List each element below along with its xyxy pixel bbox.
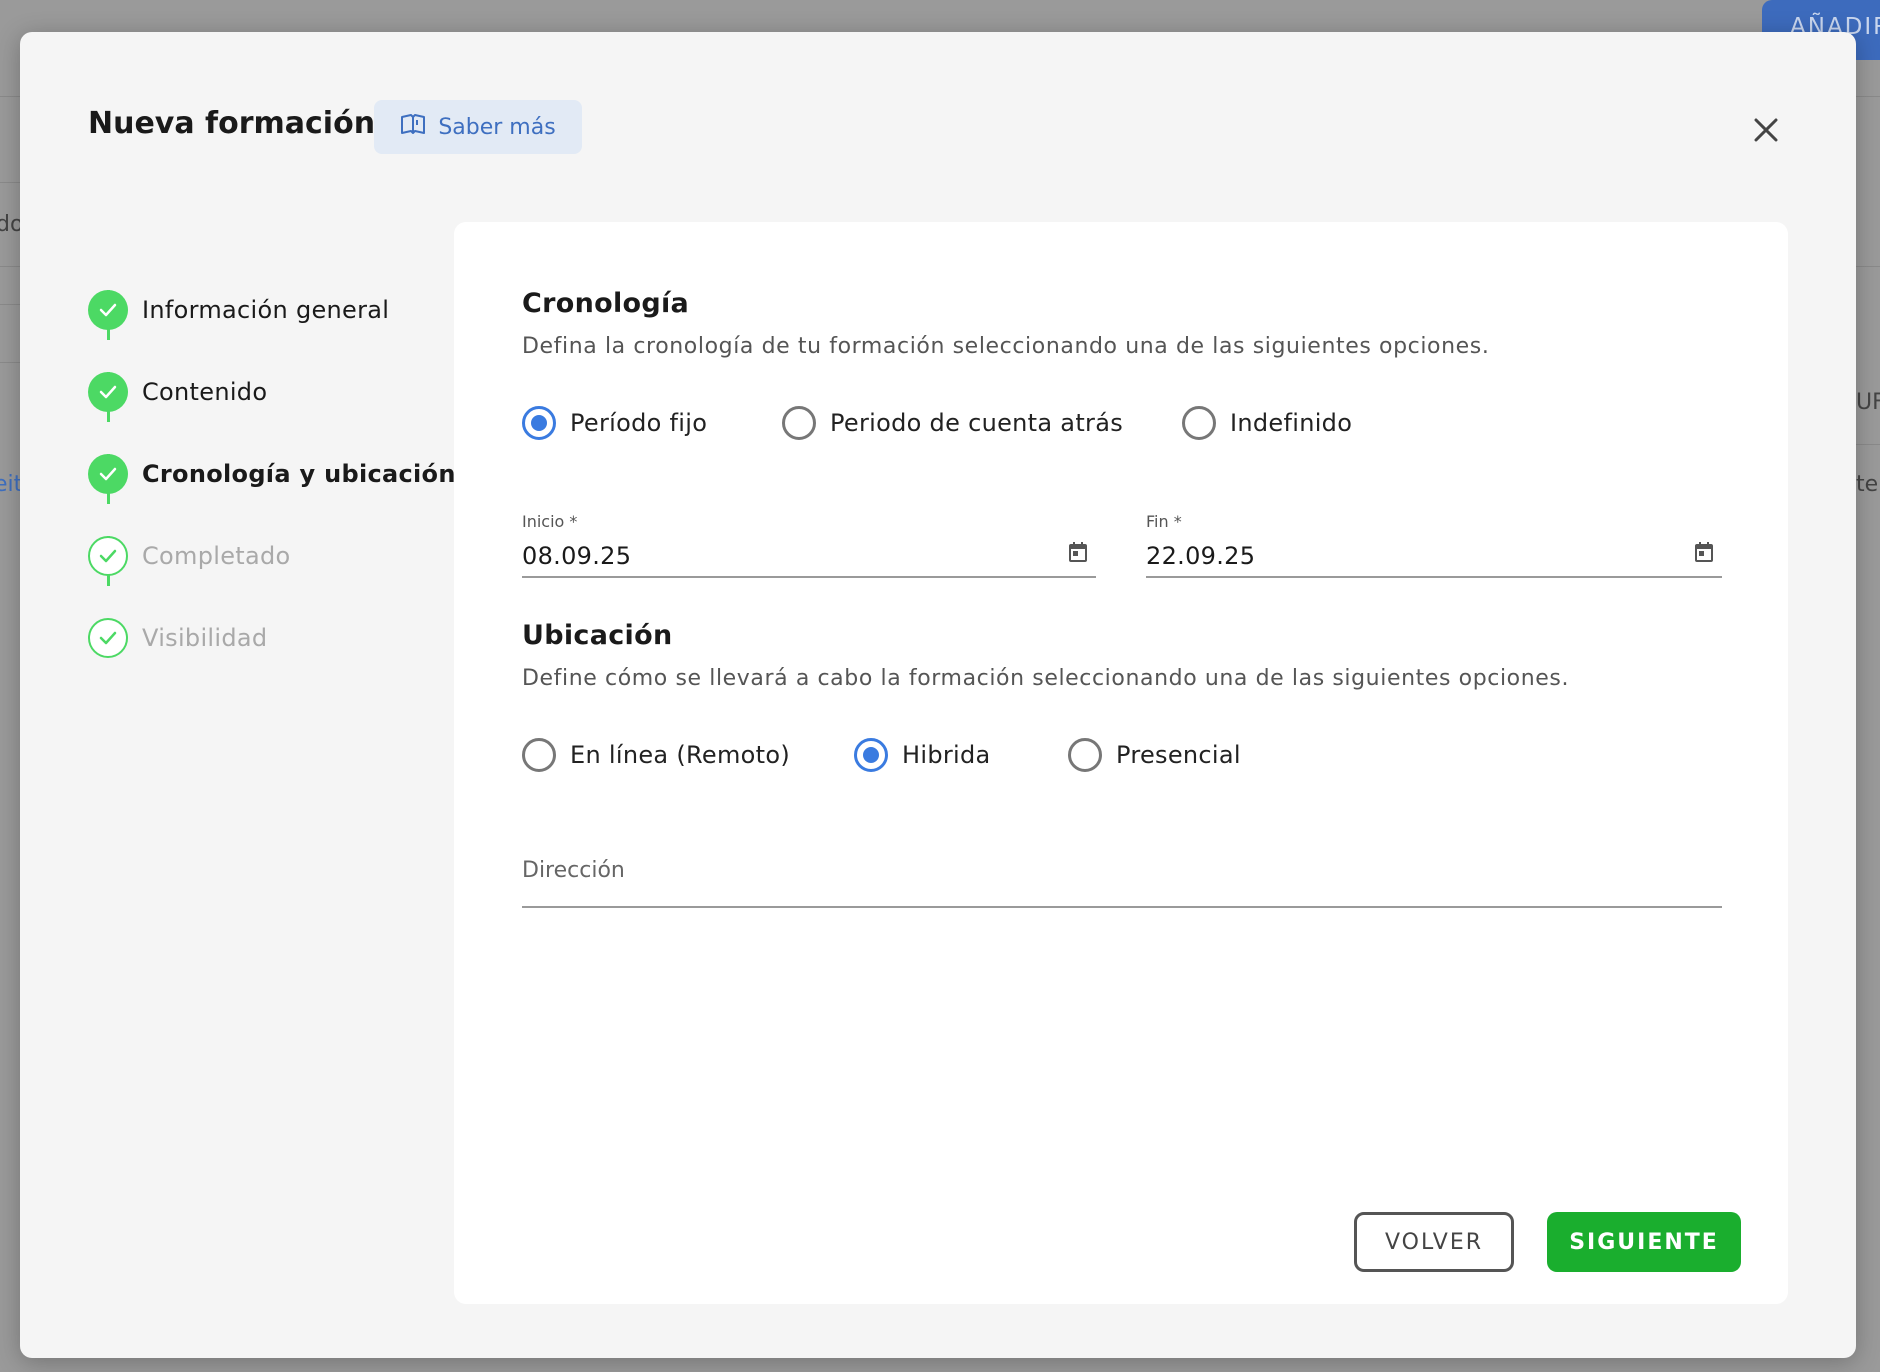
step-label: Contenido [142, 378, 268, 406]
step-completed[interactable]: Completado [88, 536, 291, 576]
location-title: Ubicación [522, 620, 673, 651]
learn-more-label: Saber más [438, 114, 556, 140]
check-icon [88, 536, 128, 576]
start-date-value[interactable]: 08.09.25 [522, 542, 631, 570]
background-divider [0, 96, 20, 97]
form-card: Cronología Defina la cronología de tu fo… [454, 222, 1788, 1304]
radio-in-person[interactable]: Presencial [1068, 738, 1241, 772]
address-placeholder: Dirección [522, 858, 625, 883]
radio-label: Periodo de cuenta atrás [830, 409, 1124, 437]
book-icon [400, 112, 426, 142]
start-date-label: Inicio * [522, 512, 578, 531]
end-date-field[interactable]: Fin * 22.09.25 [1146, 512, 1722, 578]
check-icon [88, 454, 128, 494]
background-divider [1856, 96, 1880, 97]
background-divider [0, 182, 20, 183]
address-input[interactable]: Dirección [522, 842, 1722, 908]
calendar-icon[interactable] [1066, 540, 1090, 564]
background-text-fragment: UF [1856, 390, 1880, 415]
modal-title: Nueva formación [88, 106, 376, 141]
background-divider [0, 266, 20, 267]
radio-dot [854, 738, 888, 772]
step-label: Información general [142, 296, 390, 324]
background-divider [1856, 444, 1880, 445]
radio-dot [1068, 738, 1102, 772]
start-date-field[interactable]: Inicio * 08.09.25 [522, 512, 1096, 578]
radio-dot [782, 406, 816, 440]
background-divider [0, 304, 20, 305]
radio-online[interactable]: En línea (Remoto) [522, 738, 790, 772]
check-icon [88, 290, 128, 330]
step-content[interactable]: Contenido [88, 372, 267, 412]
radio-label: Presencial [1116, 741, 1241, 769]
step-general-info[interactable]: Información general [88, 290, 389, 330]
step-chronology-location[interactable]: Cronología y ubicación [88, 454, 456, 494]
check-icon [88, 618, 128, 658]
location-description: Define cómo se llevará a cabo la formaci… [522, 666, 1570, 691]
next-button[interactable]: SIGUIENTE [1547, 1212, 1741, 1272]
radio-label: Hibrida [902, 741, 991, 769]
step-label: Cronología y ubicación [142, 460, 456, 488]
radio-dot [522, 406, 556, 440]
radio-label: Indefinido [1230, 409, 1353, 437]
close-icon[interactable] [1746, 110, 1786, 150]
radio-indefinite[interactable]: Indefinido [1182, 406, 1352, 440]
radio-dot [522, 738, 556, 772]
radio-label: Período fijo [570, 409, 708, 437]
radio-hybrid[interactable]: Hibrida [854, 738, 991, 772]
step-visibility[interactable]: Visibilidad [88, 618, 267, 658]
end-date-label: Fin * [1146, 512, 1182, 531]
step-label: Completado [142, 542, 291, 570]
radio-countdown-period[interactable]: Periodo de cuenta atrás [782, 406, 1123, 440]
chronology-title: Cronología [522, 288, 690, 319]
step-label: Visibilidad [142, 624, 268, 652]
end-date-value[interactable]: 22.09.25 [1146, 542, 1255, 570]
background-divider [1856, 266, 1880, 267]
background-divider [0, 362, 20, 363]
calendar-icon[interactable] [1692, 540, 1716, 564]
radio-fixed-period[interactable]: Período fijo [522, 406, 707, 440]
chronology-description: Defina la cronología de tu formación sel… [522, 334, 1490, 359]
learn-more-button[interactable]: Saber más [374, 100, 582, 154]
background-text-fragment: eit [0, 472, 23, 497]
back-button[interactable]: VOLVER [1354, 1212, 1514, 1272]
background-text-fragment: ter [1856, 472, 1880, 497]
new-training-modal: Nueva formación Saber más Información ge… [20, 32, 1856, 1358]
radio-dot [1182, 406, 1216, 440]
radio-label: En línea (Remoto) [570, 741, 790, 769]
check-icon [88, 372, 128, 412]
